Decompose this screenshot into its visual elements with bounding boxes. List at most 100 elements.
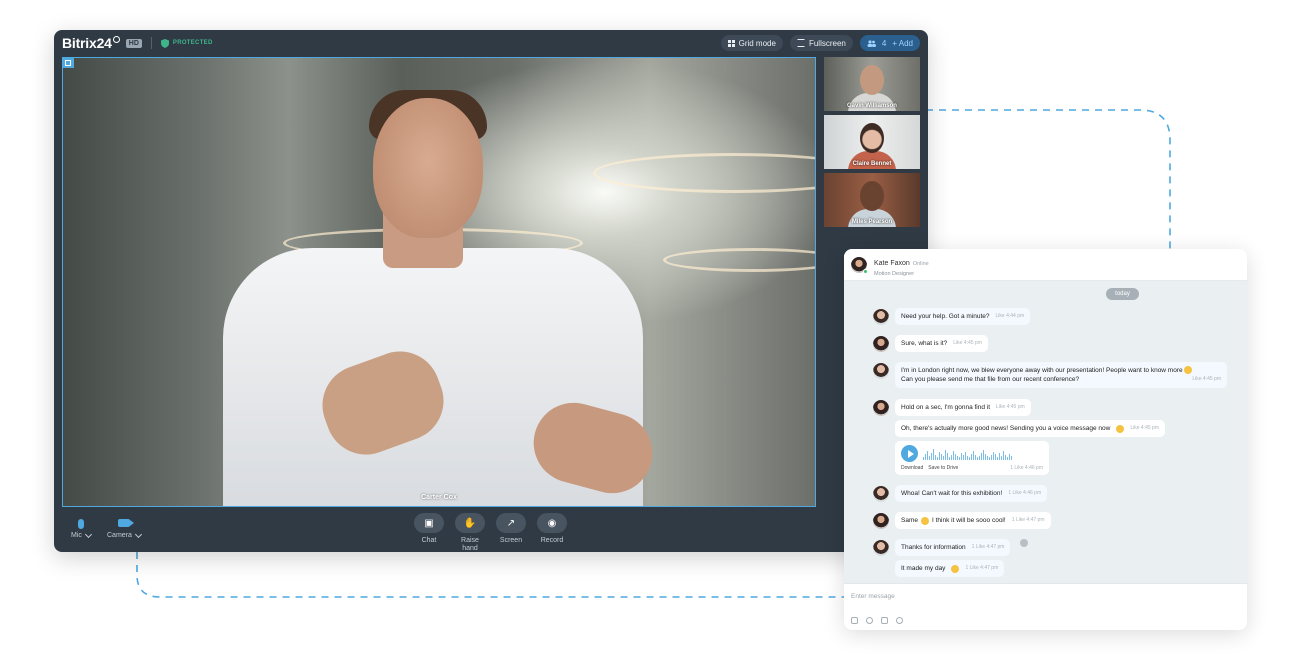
message-meta: 1 Like 4:46 pm <box>1010 465 1043 471</box>
chat-label: Chat <box>421 537 437 544</box>
record-button[interactable]: ◉ Record <box>537 513 567 544</box>
chevron-down-icon[interactable] <box>84 530 92 538</box>
message-meta: Like 4:45 pm <box>996 404 1025 410</box>
divider <box>150 37 152 49</box>
message-text: Thanks for information <box>901 544 966 551</box>
message-bubble[interactable]: Oh, there's actually more good news! Sen… <box>895 420 1165 437</box>
participant-thumbnail[interactable]: Claire Bennet <box>824 115 920 169</box>
chat-button[interactable]: ▣ Chat <box>414 513 444 544</box>
avatar <box>873 400 889 416</box>
message-text: Same <box>901 517 918 524</box>
camera-control[interactable]: Camera <box>107 519 142 539</box>
message-composer <box>844 583 1247 630</box>
hd-badge[interactable]: HD <box>125 38 142 48</box>
fullscreen-icon <box>796 39 805 47</box>
logo-clock-icon <box>112 36 120 43</box>
message-bubble[interactable]: Hold on a sec, I'm gonna find it Like 4:4… <box>895 399 1031 416</box>
message-meta: Like 4:45 pm <box>953 340 982 346</box>
play-icon[interactable] <box>901 445 918 462</box>
message-text: Whoa! Can't wait for this exhibition! <box>901 490 1003 497</box>
call-top-actions: Grid mode Fullscreen 4 + Add <box>720 35 920 51</box>
message: Need your help. Got a minute? Like 4:44 p… <box>873 308 1031 325</box>
message-bubble[interactable]: Whoa! Can't wait for this exhibition! 1 L… <box>895 485 1048 502</box>
avatar <box>873 363 889 379</box>
message-meta: 1 Like 4:47 pm <box>1011 517 1045 523</box>
avatar <box>873 513 889 529</box>
screen-label: Screen <box>499 537 523 544</box>
chat-window: Kate Faxon Online Motion Designer today N… <box>844 249 1247 630</box>
avatar <box>873 486 889 502</box>
message: Oh, there's actually more good news! Sen… <box>895 420 1165 437</box>
add-participant-button[interactable]: + Add <box>892 39 913 48</box>
shield-icon <box>160 38 169 48</box>
message-bubble[interactable]: Same I think it will be sooo cool! 1 Like … <box>895 512 1051 529</box>
message-meta: 1 Like 4:47 pm <box>971 544 1005 550</box>
participant-thumbnails: Gavin Williamson Claire Bennet Miles Pea… <box>824 57 920 231</box>
avatar <box>873 540 889 556</box>
message-bubble[interactable]: I'm in London right now, we blew everyon… <box>895 362 1227 388</box>
chat-icon: ▣ <box>414 513 444 533</box>
message-bubble[interactable]: Thanks for information 1 Like 4:47 pm <box>895 539 1011 556</box>
message-text: Need your help. Got a minute? <box>901 313 990 320</box>
record-label: Record <box>540 537 564 544</box>
attach-icon[interactable] <box>851 617 858 624</box>
message-text: Hold on a sec, I'm gonna find it <box>901 404 991 411</box>
grid-icon <box>727 39 735 47</box>
message-list: today Need your help. Got a minute? Like … <box>844 281 1247 583</box>
voice-waveform[interactable] <box>923 448 1041 460</box>
message-meta: 1 Like 4:47 pm <box>965 565 999 571</box>
participant-name: Miles Pearson <box>851 219 893 225</box>
raise-hand-label: Raise <box>461 537 479 544</box>
contact-status: Online <box>912 261 929 267</box>
voice-message: Download Save to Drive 1 Like 4:46 pm <box>895 441 1049 475</box>
protected-label: PROTECTED <box>172 40 213 46</box>
chevron-down-icon[interactable] <box>134 530 142 538</box>
grid-mode-button[interactable]: Grid mode <box>720 35 783 51</box>
message-bubble[interactable]: It made my day 1 Like 4:47 pm <box>895 560 1005 577</box>
mic-control[interactable]: Mic <box>71 519 92 539</box>
contact-avatar[interactable] <box>851 256 868 274</box>
contact-name[interactable]: Kate Faxon <box>874 260 910 267</box>
active-speaker-badge <box>63 58 74 68</box>
message: Whoa! Can't wait for this exhibition! 1 L… <box>873 485 1048 502</box>
message-bubble[interactable]: Sure, what is it? Like 4:45 pm <box>895 335 988 352</box>
participant-thumbnail[interactable]: Gavin Williamson <box>824 57 920 111</box>
composer-tools <box>851 617 903 624</box>
message: Same I think it will be sooo cool! 1 Like … <box>873 512 1051 529</box>
message-text: Oh, there's actually more good news! Sen… <box>901 425 1111 432</box>
raise-hand-button[interactable]: ✋ Raise hand <box>455 513 485 552</box>
message: Hold on a sec, I'm gonna find it Like 4:4… <box>873 399 1031 416</box>
mic-icon <box>77 519 84 529</box>
mention-icon[interactable] <box>866 617 873 624</box>
message-text-2: I think it will be sooo cool! <box>931 517 1006 524</box>
screen-share-button[interactable]: ↗ Screen <box>496 513 526 544</box>
participants-count: 4 <box>881 38 887 48</box>
message-input[interactable] <box>851 590 1231 602</box>
main-speaker-video[interactable]: Carter Cox <box>62 57 816 507</box>
screen-share-icon: ↗ <box>496 513 526 533</box>
grin-emoji-icon <box>1116 424 1125 433</box>
speaker-name: Carter Cox <box>421 494 457 501</box>
fullscreen-label: Fullscreen <box>808 38 846 48</box>
grin-emoji-icon <box>920 516 929 525</box>
grid-mode-label: Grid mode <box>738 38 776 48</box>
sweat-smile-emoji-icon <box>951 564 960 573</box>
fullscreen-button[interactable]: Fullscreen <box>789 35 853 51</box>
emoji-icon[interactable] <box>896 617 903 624</box>
message-text: It made my day <box>901 565 946 572</box>
participant-name: Gavin Williamson <box>847 103 897 109</box>
message-bubble[interactable]: Need your help. Got a minute? Like 4:44 p… <box>895 308 1031 325</box>
message: It made my day 1 Like 4:47 pm <box>895 560 1005 577</box>
message-text: I'm in London right now, we blew everyon… <box>901 367 1183 374</box>
file-icon[interactable] <box>881 617 888 624</box>
message: Thanks for information 1 Like 4:47 pm <box>873 539 1029 556</box>
read-check-icon <box>1020 539 1029 547</box>
save-to-drive-link[interactable]: Save to Drive <box>928 465 958 471</box>
message-meta: 1 Like 4:46 pm <box>1008 490 1042 496</box>
camera-icon <box>117 519 134 527</box>
message-meta: Like 4:44 pm <box>995 313 1025 319</box>
participants-pill[interactable]: 4 + Add <box>859 35 920 51</box>
download-link[interactable]: Download <box>901 465 923 471</box>
participant-thumbnail[interactable]: Miles Pearson <box>824 173 920 227</box>
participant-name: Claire Bennet <box>852 161 892 167</box>
